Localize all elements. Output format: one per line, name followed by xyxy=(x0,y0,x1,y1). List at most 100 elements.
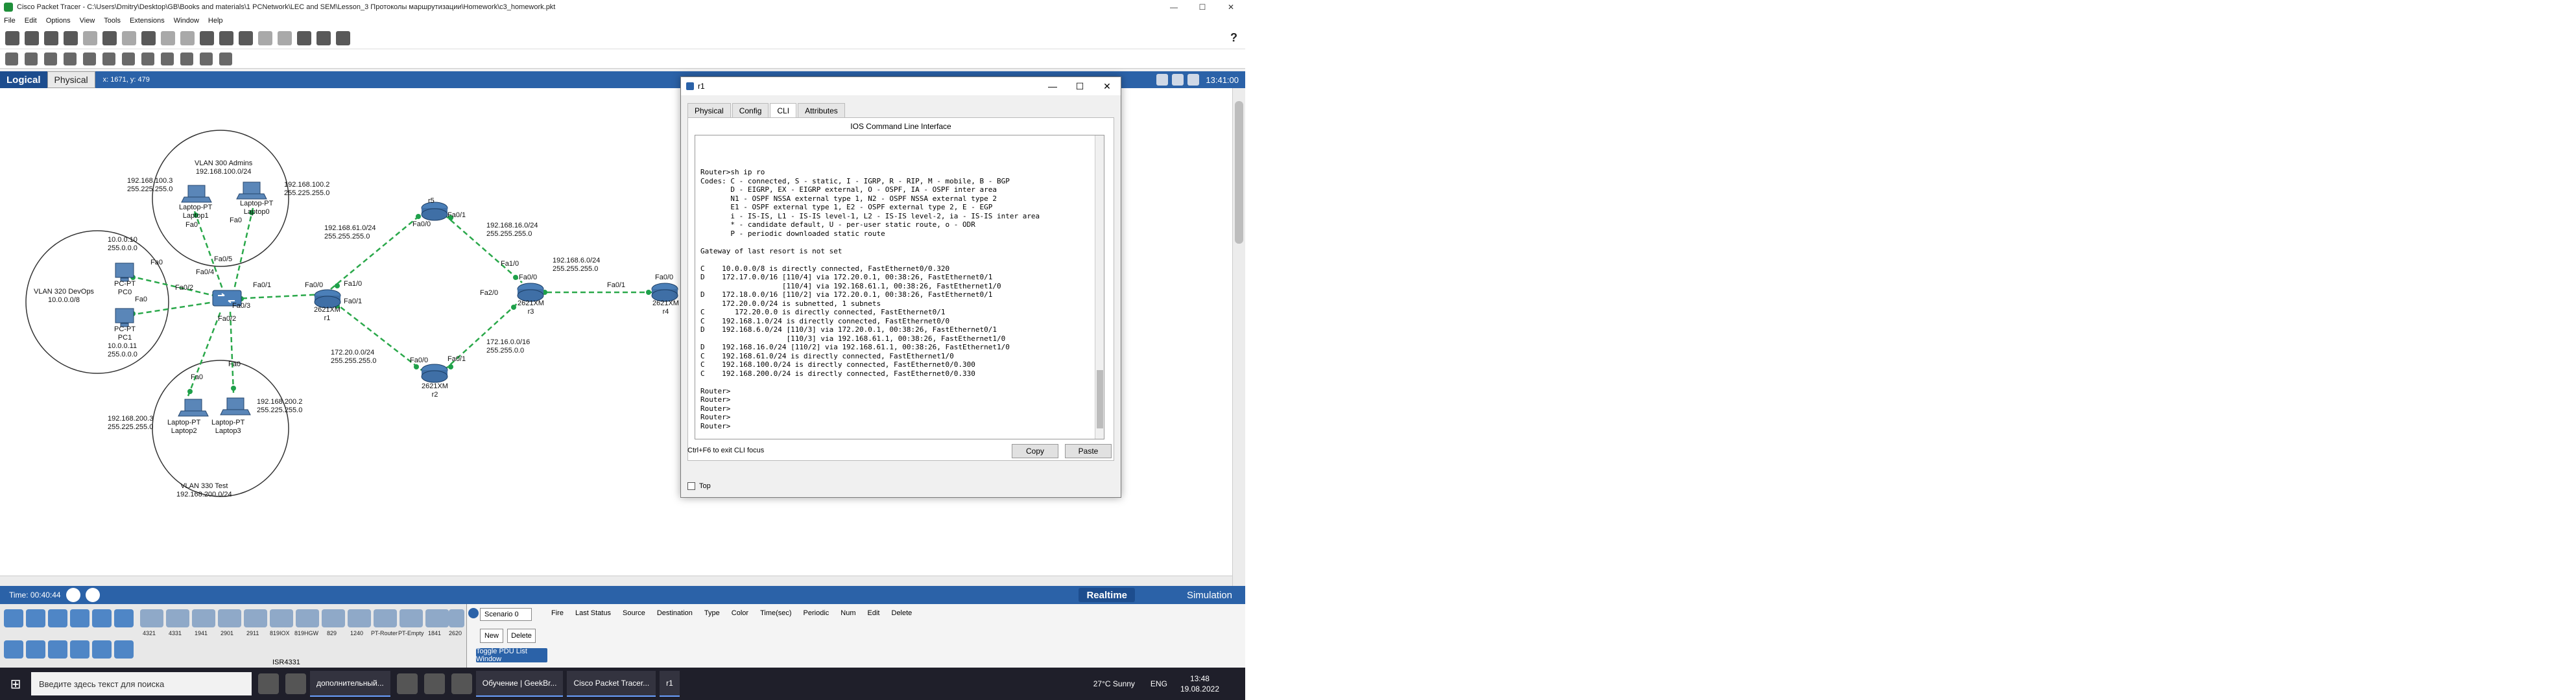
network-info-icon[interactable] xyxy=(102,30,117,45)
taskbar-item-docs[interactable]: дополнительный... xyxy=(310,671,390,697)
zoom-out-icon[interactable] xyxy=(239,30,253,45)
add-simple-pdu-icon[interactable] xyxy=(200,52,213,65)
device-2901[interactable] xyxy=(218,609,241,627)
components-icon[interactable] xyxy=(48,609,67,627)
taskbar-item-packet-tracer[interactable]: Cisco Packet Tracer... xyxy=(567,671,656,697)
redo-icon[interactable] xyxy=(180,30,195,45)
menu-options[interactable]: Options xyxy=(46,17,71,25)
menu-window[interactable]: Window xyxy=(174,17,199,25)
network-devices-icon[interactable] xyxy=(4,609,23,627)
toggle-pdu-list-button[interactable]: Toggle PDU List Window xyxy=(476,648,547,663)
add-complex-pdu-icon[interactable] xyxy=(219,52,232,65)
power-cycle-icon[interactable] xyxy=(66,588,80,602)
maximize-button[interactable]: ☐ xyxy=(1188,0,1217,14)
device-pt-router[interactable] xyxy=(374,609,397,627)
cli-scrollbar[interactable] xyxy=(1095,135,1104,439)
device-1941[interactable] xyxy=(192,609,215,627)
cluster-icon[interactable] xyxy=(1187,74,1200,86)
ipc-icon[interactable] xyxy=(336,30,350,45)
logical-tab[interactable]: Logical xyxy=(0,71,47,88)
edge-icon[interactable] xyxy=(423,673,445,694)
device-4321[interactable] xyxy=(140,609,163,627)
scenario-select[interactable]: Scenario 0 xyxy=(480,608,532,621)
terminal-icon[interactable] xyxy=(396,673,418,694)
delete-icon[interactable] xyxy=(64,52,77,65)
taskbar-item-geekbrains[interactable]: Обучение | GeekBr... xyxy=(475,671,564,697)
wan-emulation-icon[interactable] xyxy=(114,640,134,659)
device-819hgw[interactable] xyxy=(296,609,319,627)
new-file-icon[interactable] xyxy=(5,30,19,45)
menu-edit[interactable]: Edit xyxy=(25,17,37,25)
top-checkbox[interactable]: Top xyxy=(687,482,711,490)
simulation-mode-button[interactable]: Simulation xyxy=(1180,588,1239,602)
top-checkbox-box[interactable] xyxy=(687,482,695,490)
undo-icon[interactable] xyxy=(161,30,175,45)
draw-ellipse-icon[interactable] xyxy=(161,52,174,65)
language-indicator[interactable]: ENG xyxy=(1151,679,1167,688)
wireless-icon[interactable] xyxy=(70,640,89,659)
device-829[interactable] xyxy=(322,609,345,627)
menu-tools[interactable]: Tools xyxy=(104,17,121,25)
taskbar-item-r1[interactable]: r1 xyxy=(660,671,680,697)
cli-scroll-thumb[interactable] xyxy=(1097,370,1103,428)
command-log-icon[interactable] xyxy=(316,30,331,45)
dialog-close-button[interactable]: ✕ xyxy=(1093,77,1121,95)
realtime-mode-button[interactable]: Realtime xyxy=(1079,588,1135,602)
cli-console[interactable]: Router>sh ip ro Codes: C - connected, S … xyxy=(695,135,1104,439)
note-icon[interactable] xyxy=(102,52,115,65)
scroll-thumb[interactable] xyxy=(1235,101,1243,244)
inspect-icon[interactable] xyxy=(25,52,38,65)
device-1240[interactable] xyxy=(348,609,371,627)
device-pt-empty[interactable] xyxy=(400,609,423,627)
drawing-palette-icon[interactable] xyxy=(258,30,272,45)
menu-view[interactable]: View xyxy=(80,17,95,25)
activity-wizard-icon[interactable] xyxy=(83,30,97,45)
draw-rectangle-icon[interactable] xyxy=(141,52,154,65)
device-4331[interactable] xyxy=(166,609,189,627)
workspace-horizontal-scrollbar[interactable] xyxy=(0,576,1232,586)
open-folder-icon[interactable] xyxy=(25,30,39,45)
fast-forward-icon[interactable] xyxy=(85,588,100,602)
device-2911[interactable] xyxy=(244,609,267,627)
new-scenario-button[interactable]: New xyxy=(480,629,503,643)
routers-icon[interactable] xyxy=(4,640,23,659)
zoom-reset-icon[interactable] xyxy=(219,30,233,45)
clock[interactable]: 13:48 19.08.2022 xyxy=(1180,673,1219,694)
menu-help[interactable]: Help xyxy=(208,17,223,25)
close-button[interactable]: ✕ xyxy=(1217,0,1245,14)
network-view-icon[interactable] xyxy=(1172,74,1184,86)
cli-output[interactable]: Router>sh ip ro Codes: C - connected, S … xyxy=(700,168,1040,430)
dialog-minimize-button[interactable]: — xyxy=(1039,77,1066,95)
multiuser-icon[interactable] xyxy=(114,609,134,627)
paste-icon[interactable] xyxy=(141,30,156,45)
weather-widget[interactable]: 27°C Sunny xyxy=(1093,679,1135,688)
hubs-icon[interactable] xyxy=(48,640,67,659)
device-2620[interactable] xyxy=(449,609,464,627)
physical-tab[interactable]: Physical xyxy=(47,71,95,88)
switches-icon[interactable] xyxy=(26,640,45,659)
chrome-icon[interactable] xyxy=(451,673,472,694)
draw-line-icon[interactable] xyxy=(122,52,135,65)
paste-button[interactable]: Paste xyxy=(1065,444,1112,458)
save-icon[interactable] xyxy=(44,30,58,45)
misc-icon[interactable] xyxy=(92,609,112,627)
select-icon[interactable] xyxy=(5,52,18,65)
help-icon[interactable]: ? xyxy=(1230,31,1237,45)
menu-extensions[interactable]: Extensions xyxy=(130,17,165,25)
dialog-maximize-button[interactable]: ☐ xyxy=(1066,77,1093,95)
custom-devices-icon[interactable] xyxy=(278,30,292,45)
zoom-in-icon[interactable] xyxy=(200,30,214,45)
copy-button[interactable]: Copy xyxy=(1012,444,1058,458)
menu-file[interactable]: File xyxy=(4,17,16,25)
security-icon[interactable] xyxy=(92,640,112,659)
file-explorer-icon[interactable] xyxy=(285,673,306,694)
delete-scenario-button[interactable]: Delete xyxy=(507,629,536,643)
freeform-icon[interactable] xyxy=(180,52,193,65)
connections-icon[interactable] xyxy=(70,609,89,627)
taskbar-search-input[interactable]: Введите здесь текст для поиска xyxy=(31,672,252,695)
device-1841[interactable] xyxy=(425,609,449,627)
task-view-icon[interactable] xyxy=(258,673,279,694)
viewport-icon[interactable] xyxy=(297,30,311,45)
search-icon[interactable] xyxy=(44,52,57,65)
workspace-vertical-scrollbar[interactable] xyxy=(1232,88,1245,586)
